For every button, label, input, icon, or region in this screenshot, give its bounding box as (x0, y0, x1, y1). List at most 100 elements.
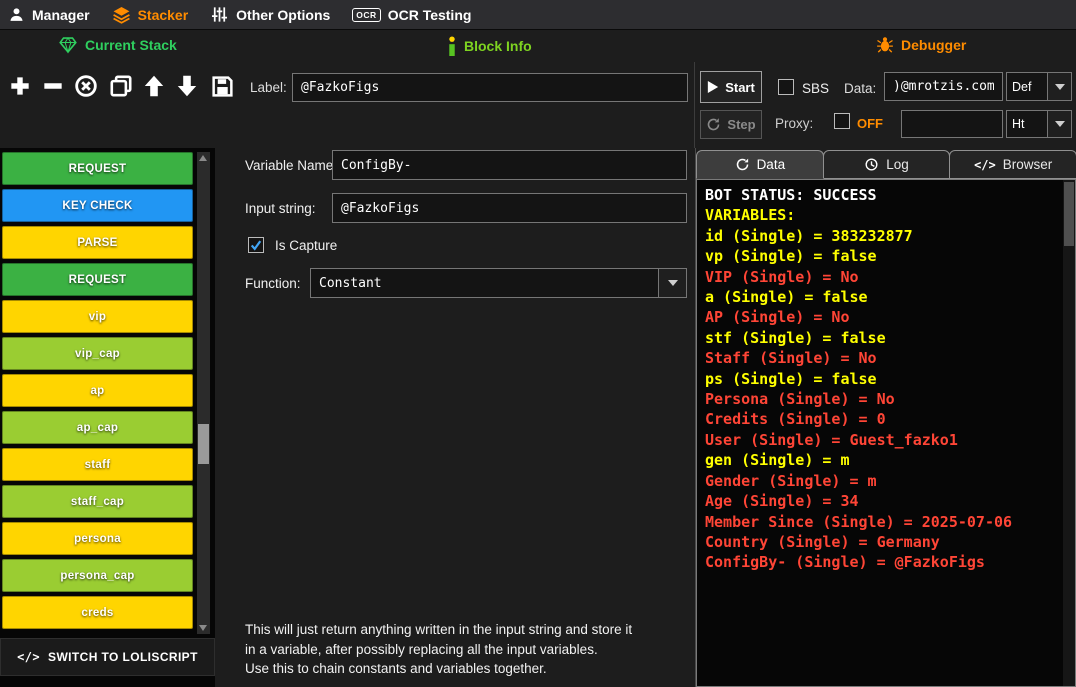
debugger-log-lines: BOT STATUS: SUCCESSVARIABLES:id (Single)… (705, 185, 1061, 573)
proxy-checkbox[interactable] (834, 113, 850, 129)
info-icon (447, 36, 457, 56)
tab-data[interactable]: Data (696, 150, 824, 179)
remove-block-button[interactable] (37, 70, 69, 102)
menu-item-ocr-testing[interactable]: OCR OCR Testing (352, 7, 471, 23)
combo-arrow[interactable] (658, 269, 686, 297)
sbs-label: SBS (802, 81, 829, 96)
block-label-input[interactable] (292, 73, 688, 102)
stack-block-ap_cap[interactable]: ap_cap (2, 411, 193, 444)
chevron-down-icon (1055, 121, 1065, 127)
code-icon: </> (17, 650, 40, 664)
log-line: User (Single) = Guest_fazko1 (705, 430, 1061, 450)
log-line: VARIABLES: (705, 205, 1061, 225)
stack-block-parse[interactable]: PARSE (2, 226, 193, 259)
step-button[interactable]: Step (700, 110, 762, 139)
menu-item-manager[interactable]: Manager (8, 6, 90, 23)
switch-to-loliscript-button[interactable]: </> SWITCH TO LOLISCRIPT (0, 638, 215, 676)
start-label: Start (725, 80, 755, 95)
log-line: Age (Single) = 34 (705, 491, 1061, 511)
log-line: Country (Single) = Germany (705, 532, 1061, 552)
refresh-icon (735, 157, 750, 172)
stack-block-creds[interactable]: creds (2, 596, 193, 629)
proxy-input[interactable] (901, 110, 1003, 138)
save-stack-button[interactable] (206, 70, 238, 102)
stack-block-vip_cap[interactable]: vip_cap (2, 337, 193, 370)
stack-block-request[interactable]: REQUEST (2, 152, 193, 185)
chevron-down-icon (668, 280, 678, 286)
move-up-button[interactable] (138, 70, 170, 102)
stack-block-persona[interactable]: persona (2, 522, 193, 555)
x-circle-icon (73, 73, 99, 99)
log-line: VIP (Single) = No (705, 267, 1061, 287)
stack-block-list: REQUEST KEY CHECK PARSE REQUEST vip vip_capap… (2, 152, 193, 633)
debugger-tabs: Data Log </> Browser (696, 150, 1076, 179)
description-line: in a variable, after possibly replacing … (245, 640, 697, 660)
clone-icon (108, 73, 134, 99)
stack-block-staff[interactable]: staff (2, 448, 193, 481)
log-scrollbar[interactable] (1063, 180, 1075, 686)
data-type-combo[interactable]: Def (1006, 72, 1072, 101)
function-value: Constant (311, 269, 658, 297)
is-capture-checkbox[interactable] (248, 237, 264, 253)
menu-item-other-options[interactable]: Other Options (210, 5, 330, 24)
debugger-title: Debugger (901, 37, 966, 53)
tab-log[interactable]: Log (823, 150, 951, 179)
scrollbar-thumb[interactable] (198, 424, 209, 464)
log-line: id (Single) = 383232877 (705, 226, 1061, 246)
scroll-up-icon[interactable] (199, 155, 207, 161)
tab-browser[interactable]: </> Browser (949, 150, 1076, 179)
start-button[interactable]: Start (700, 71, 762, 103)
menu-label-other-options: Other Options (236, 7, 330, 23)
log-line: Staff (Single) = No (705, 348, 1061, 368)
play-icon (707, 80, 719, 94)
scrollbar-thumb[interactable] (1064, 182, 1074, 246)
stack-block-vip[interactable]: vip (2, 300, 193, 333)
function-dropdown[interactable]: Constant (310, 268, 687, 298)
add-block-button[interactable] (4, 70, 36, 102)
stack-block-key-check[interactable]: KEY CHECK (2, 189, 193, 222)
log-line: AP (Single) = No (705, 307, 1061, 327)
stack-block-staff_cap[interactable]: staff_cap (2, 485, 193, 518)
log-line: gen (Single) = m (705, 450, 1061, 470)
chevron-down-icon (1055, 84, 1065, 90)
sbs-checkbox[interactable] (778, 79, 794, 95)
history-icon (864, 157, 879, 172)
block-info-title: Block Info (464, 38, 532, 54)
app-window: Manager Stacker Other Options OCR OCR Te… (0, 0, 1076, 687)
sliders-icon (210, 5, 229, 24)
menubar: Manager Stacker Other Options OCR OCR Te… (0, 0, 1076, 30)
log-line: Member Since (Single) = 2025-07-06 (705, 512, 1061, 532)
debugger-log: BOT STATUS: SUCCESSVARIABLES:id (Single)… (696, 179, 1076, 687)
move-down-button[interactable] (171, 70, 203, 102)
stack-block-persona_cap[interactable]: persona_cap (2, 559, 193, 592)
combo-arrow[interactable] (1047, 111, 1071, 137)
tab-log-label: Log (886, 157, 909, 172)
variable-name-label: Variable Name: (245, 158, 337, 173)
disable-block-button[interactable] (70, 70, 102, 102)
menu-label-manager: Manager (32, 7, 90, 23)
label-caption: Label: (250, 80, 287, 95)
stack-scrollbar[interactable] (197, 152, 210, 634)
is-capture-label: Is Capture (275, 238, 337, 253)
log-line: Credits (Single) = 0 (705, 409, 1061, 429)
log-line: ConfigBy- (Single) = @FazkoFigs (705, 552, 1061, 572)
data-caption: Data: (844, 81, 876, 96)
block-info-header: Block Info (447, 36, 532, 56)
stack-block-ap[interactable]: ap (2, 374, 193, 407)
proxy-caption: Proxy: (775, 116, 813, 131)
proxy-type-value: Ht (1007, 111, 1047, 137)
step-label: Step (727, 117, 755, 132)
scroll-down-icon[interactable] (199, 625, 207, 631)
log-line: stf (Single) = false (705, 328, 1061, 348)
stack-block-request[interactable]: REQUEST (2, 263, 193, 296)
gem-icon (58, 36, 78, 54)
clone-block-button[interactable] (105, 70, 137, 102)
menu-item-stacker[interactable]: Stacker (112, 5, 189, 24)
input-string-input[interactable] (332, 193, 687, 223)
proxy-type-combo[interactable]: Ht (1006, 110, 1072, 138)
step-icon (706, 117, 721, 132)
combo-arrow[interactable] (1047, 73, 1071, 100)
variable-name-input[interactable] (332, 150, 687, 180)
data-input[interactable] (884, 72, 1003, 101)
save-icon (210, 74, 235, 99)
